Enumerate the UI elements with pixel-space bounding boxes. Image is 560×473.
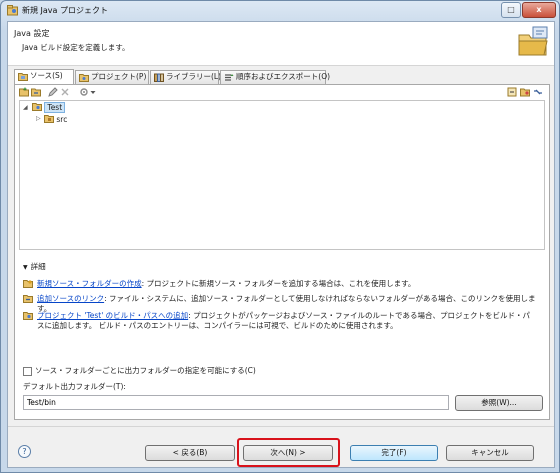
close-button[interactable]: x xyxy=(522,2,556,18)
new-folder-icon xyxy=(23,280,33,288)
collapse-all-icon[interactable] xyxy=(507,87,517,97)
java-project-icon xyxy=(32,103,42,111)
output-folder-option[interactable]: ソース・フォルダーごとに出力フォルダーの指定を可能にする(C) xyxy=(23,365,256,376)
build-path-icon xyxy=(23,312,33,320)
linked-folder-icon xyxy=(23,295,33,303)
link-source-icon[interactable] xyxy=(31,87,41,97)
dialog-body: Java 設定 Java ビルド設定を定義します。 ソース(S) プロジェクト(… xyxy=(7,21,555,468)
add-folder-icon[interactable] xyxy=(19,87,29,97)
dropdown-arrow-icon[interactable] xyxy=(90,87,96,97)
link-icon[interactable] xyxy=(533,87,543,97)
finish-button[interactable]: 完了(F) xyxy=(350,445,438,461)
button-bar-divider xyxy=(8,426,554,427)
collapse-arrow-icon[interactable]: ◢ xyxy=(23,104,28,111)
details-arrow-icon: ▼ xyxy=(23,264,28,271)
link-additional-source-link[interactable]: 追加ソースのリンク xyxy=(37,294,104,303)
window-title: 新規 Java プロジェクト xyxy=(22,6,108,15)
detail-add-to-build-path: プロジェクト 'Test' のビルド・パスへの追加: プロジェクトがパッケージお… xyxy=(23,311,537,331)
next-button-highlight xyxy=(237,438,340,467)
tree-item-project[interactable]: Test xyxy=(32,102,66,113)
expand-arrow-icon[interactable]: ▷ xyxy=(36,115,41,122)
title-bar[interactable]: 新規 Java プロジェクト □ x xyxy=(1,1,559,20)
details-header: 詳細 xyxy=(30,262,46,271)
source-folder-tree[interactable]: ◢ Test ▷ src xyxy=(19,100,545,250)
output-folder-checkbox-label: ソース・フォルダーごとに出力フォルダーの指定を可能にする(C) xyxy=(35,366,256,375)
add-project-to-build-path-link[interactable]: プロジェクト 'Test' のビルド・パスへの追加 xyxy=(37,311,188,320)
library-icon xyxy=(154,73,164,82)
browse-button[interactable]: 参照(W)... xyxy=(455,395,543,411)
output-folder-checkbox[interactable] xyxy=(23,366,32,376)
default-output-folder-label: デフォルト出力フォルダー(T): xyxy=(23,382,126,391)
tab-source-label: ソース(S) xyxy=(30,71,63,80)
project-icon xyxy=(79,74,89,82)
page-title: Java 設定 xyxy=(14,29,50,38)
cancel-button[interactable]: キャンセル xyxy=(446,445,534,461)
package-folder-icon xyxy=(44,115,54,123)
tab-projects[interactable]: プロジェクト(P) xyxy=(75,70,149,84)
order-export-icon xyxy=(225,74,234,81)
default-output-folder-input[interactable] xyxy=(23,395,449,410)
tree-toolbar xyxy=(17,87,547,99)
page-description: Java ビルド設定を定義します。 xyxy=(22,43,130,52)
back-button[interactable]: < 戻る(B) xyxy=(145,445,235,461)
source-tab-panel: ◢ Test ▷ src ▼ 詳細 新規ソース・フォルダーの作成: プロジェクトに… xyxy=(14,84,550,420)
tab-libraries[interactable]: ライブラリー(L) xyxy=(150,70,222,84)
help-icon[interactable]: ? xyxy=(18,445,31,458)
create-source-folder-link[interactable]: 新規ソース・フォルダーの作成 xyxy=(37,279,142,288)
filter-icon[interactable] xyxy=(520,87,530,97)
dialog-window: 新規 Java プロジェクト □ x Java 設定 Java ビルド設定を定義… xyxy=(0,0,560,473)
source-folder-icon xyxy=(18,73,28,81)
tree-item-folder-label: src xyxy=(56,115,68,124)
maximize-button[interactable]: □ xyxy=(501,2,521,18)
tree-item-folder[interactable]: src xyxy=(44,114,67,124)
java-project-icon xyxy=(7,5,18,16)
tab-order-export-label: 順序およびエクスポート(O) xyxy=(236,72,331,81)
tab-projects-label: プロジェクト(P) xyxy=(91,72,147,81)
create-source-folder-text: : プロジェクトに新規ソース・フォルダーを追加する場合は、これを使用します。 xyxy=(141,279,416,288)
tree-item-project-label: Test xyxy=(44,102,66,113)
detail-create-folder: 新規ソース・フォルダーの作成: プロジェクトに新規ソース・フォルダーを追加する場… xyxy=(23,279,537,289)
new-project-wizard-icon xyxy=(518,26,548,56)
remove-icon[interactable] xyxy=(60,87,70,97)
details-toggle[interactable]: ▼ 詳細 xyxy=(23,261,46,272)
edit-icon[interactable] xyxy=(48,87,58,97)
tab-order-export[interactable]: 順序およびエクスポート(O) xyxy=(220,70,330,84)
configure-icon[interactable] xyxy=(79,87,89,97)
header-banner: Java 設定 Java ビルド設定を定義します。 xyxy=(8,22,554,66)
tab-source[interactable]: ソース(S) xyxy=(14,69,74,85)
tab-libraries-label: ライブラリー(L) xyxy=(166,72,222,81)
